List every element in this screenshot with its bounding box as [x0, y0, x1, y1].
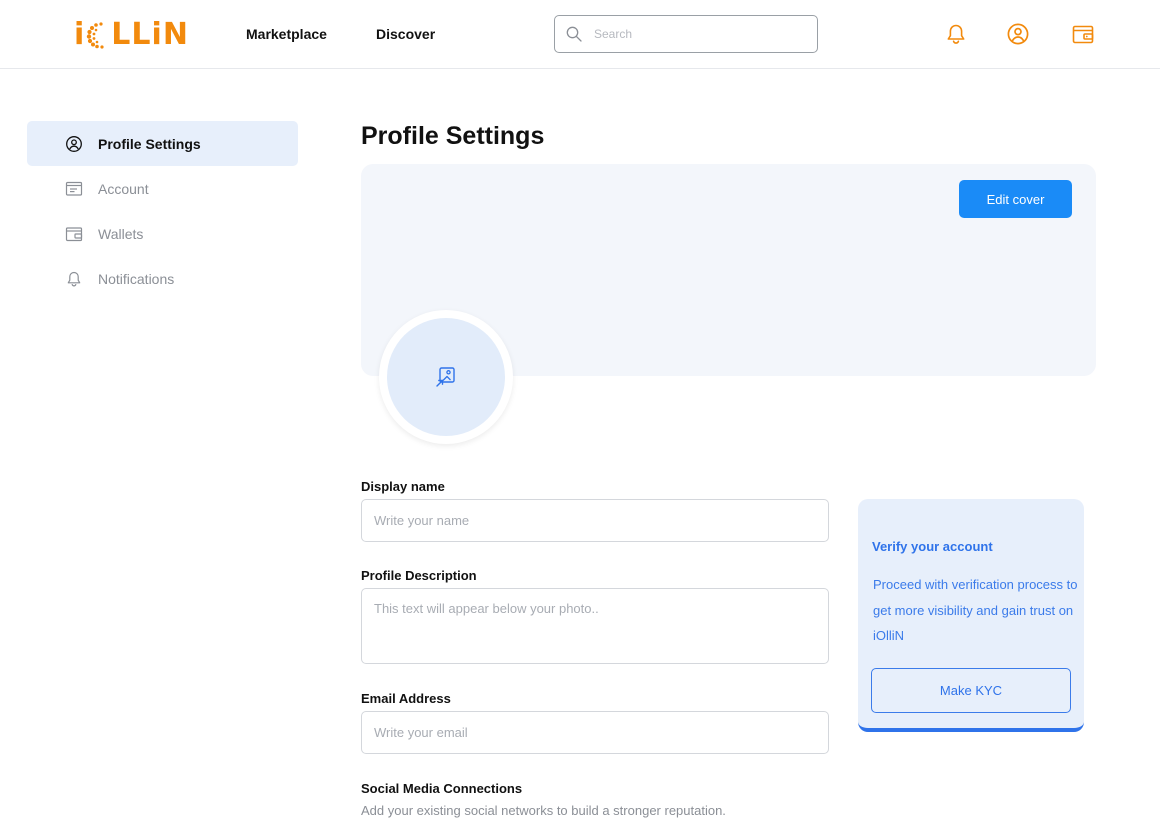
- sidebar-item-account[interactable]: Account: [27, 166, 298, 211]
- logo-text-left: i: [74, 17, 86, 52]
- verify-account-card: Verify your account Proceed with verific…: [858, 499, 1084, 732]
- logo-swirl-icon: [87, 22, 104, 49]
- sidebar-item-wallets[interactable]: Wallets: [27, 211, 298, 256]
- page-title: Profile Settings: [361, 122, 545, 150]
- bell-icon[interactable]: [944, 22, 968, 46]
- verify-title: Verify your account: [872, 539, 993, 554]
- email-label: Email Address: [361, 691, 451, 706]
- email-field[interactable]: [361, 711, 829, 754]
- user-circle-icon: [65, 135, 83, 153]
- make-kyc-button[interactable]: Make KYC: [871, 668, 1071, 713]
- profile-description-label: Profile Description: [361, 568, 477, 583]
- search-icon: [566, 26, 582, 42]
- top-header: i LLiN Marketplace Discover: [0, 0, 1160, 69]
- sidebar-item-notifications[interactable]: Notifications: [27, 256, 298, 301]
- user-circle-icon[interactable]: [1006, 22, 1030, 46]
- logo[interactable]: i LLiN: [74, 20, 189, 50]
- verify-description: Proceed with verification process to get…: [873, 577, 1078, 643]
- sidebar-item-label: Wallets: [98, 225, 144, 242]
- display-name-label: Display name: [361, 479, 445, 494]
- profile-description-field[interactable]: [361, 588, 829, 664]
- sidebar-item-profile-settings[interactable]: Profile Settings: [27, 121, 298, 166]
- nav-discover[interactable]: Discover: [376, 26, 435, 42]
- search-input[interactable]: [594, 27, 794, 41]
- social-connections-subtitle: Add your existing social networks to bui…: [361, 803, 726, 818]
- display-name-field[interactable]: [361, 499, 829, 542]
- avatar-upload[interactable]: [387, 318, 505, 436]
- id-card-icon: [65, 180, 83, 198]
- wallet-icon: [65, 225, 83, 243]
- search-box[interactable]: [554, 15, 818, 53]
- nav-marketplace[interactable]: Marketplace: [246, 26, 327, 42]
- image-upload-icon: [436, 367, 455, 387]
- edit-cover-button[interactable]: Edit cover: [959, 180, 1072, 218]
- bell-icon: [65, 270, 83, 288]
- logo-text-right: LLiN: [111, 17, 189, 52]
- wallet-icon[interactable]: [1071, 22, 1095, 46]
- sidebar-item-label: Profile Settings: [98, 135, 201, 152]
- sidebar-item-label: Notifications: [98, 270, 175, 287]
- social-connections-label: Social Media Connections: [361, 781, 523, 796]
- sidebar-item-label: Account: [98, 180, 149, 197]
